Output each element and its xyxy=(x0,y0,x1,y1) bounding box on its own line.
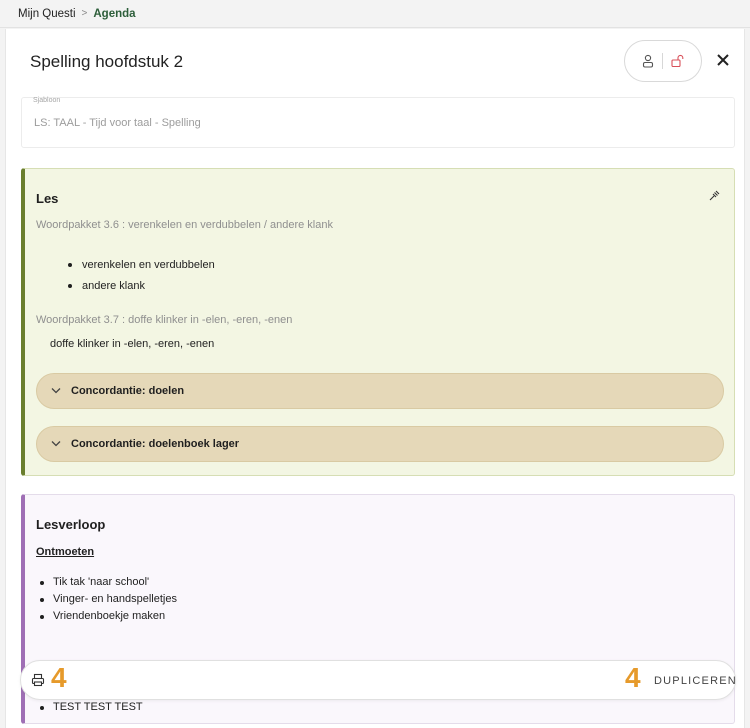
accordion-label: Concordantie: doelenboek lager xyxy=(71,438,240,450)
duplicate-count: 4 xyxy=(625,662,641,693)
breadcrumb-current[interactable]: Agenda xyxy=(93,8,135,20)
lesverloop-trailing-list: TEST TEST TEST xyxy=(40,699,143,716)
template-field-value: LS: TAAL - Tijd voor taal - Spelling xyxy=(34,117,201,129)
lesverloop-section-title: Ontmoeten xyxy=(36,546,95,558)
user-icon[interactable] xyxy=(642,54,654,68)
template-field[interactable]: Sjabloon LS: TAAL - Tijd voor taal - Spe… xyxy=(21,97,735,148)
template-field-label: Sjabloon xyxy=(33,97,61,104)
list-item: Tik tak 'naar school' xyxy=(40,574,177,591)
close-button[interactable] xyxy=(712,50,734,72)
header-action-pill xyxy=(624,40,702,82)
list-item: Vinger- en handspelletjes xyxy=(40,591,177,608)
duplicate-button[interactable]: DUPLICEREN xyxy=(654,675,737,687)
unlock-icon[interactable] xyxy=(670,54,685,68)
breadcrumb: Mijn Questi > Agenda xyxy=(0,0,750,28)
page-title: Spelling hoofdstuk 2 xyxy=(30,52,184,71)
breadcrumb-root[interactable]: Mijn Questi xyxy=(18,8,76,20)
les-title: Les xyxy=(36,191,59,206)
accordion-concordantie-doelenboek[interactable]: Concordantie: doelenboek lager xyxy=(36,426,724,462)
chevron-down-icon xyxy=(51,438,61,450)
breadcrumb-separator: > xyxy=(81,8,88,19)
les-group1-list: verenkelen en verdubbelen andere klank xyxy=(68,255,215,297)
les-card: Les Woordpakket 3.6 : verenkelen en verd… xyxy=(21,168,735,476)
les-group2-text: doffe klinker in -elen, -eren, -enen xyxy=(50,338,215,350)
accordion-concordantie-doelen[interactable]: Concordantie: doelen xyxy=(36,373,724,409)
close-icon xyxy=(716,53,730,70)
chevron-down-icon xyxy=(51,385,61,397)
lesverloop-title: Lesverloop xyxy=(36,517,106,532)
footer-bar: 4 4 DUPLICEREN xyxy=(20,660,736,700)
pin-icon[interactable] xyxy=(708,189,721,205)
print-count: 4 xyxy=(51,662,67,693)
accordion-label: Concordantie: doelen xyxy=(71,385,185,397)
list-item: Vriendenboekje maken xyxy=(40,608,177,625)
les-group1-title: Woordpakket 3.6 : verenkelen en verdubbe… xyxy=(36,219,333,231)
lesverloop-list: Tik tak 'naar school' Vinger- en handspe… xyxy=(40,574,177,625)
printer-icon[interactable] xyxy=(31,673,45,690)
list-item: andere klank xyxy=(68,276,215,297)
list-item: TEST TEST TEST xyxy=(40,699,143,716)
pill-divider xyxy=(661,53,663,69)
les-group2-title: Woordpakket 3.7 : doffe klinker in -elen… xyxy=(36,314,293,326)
list-item: verenkelen en verdubbelen xyxy=(68,255,215,276)
